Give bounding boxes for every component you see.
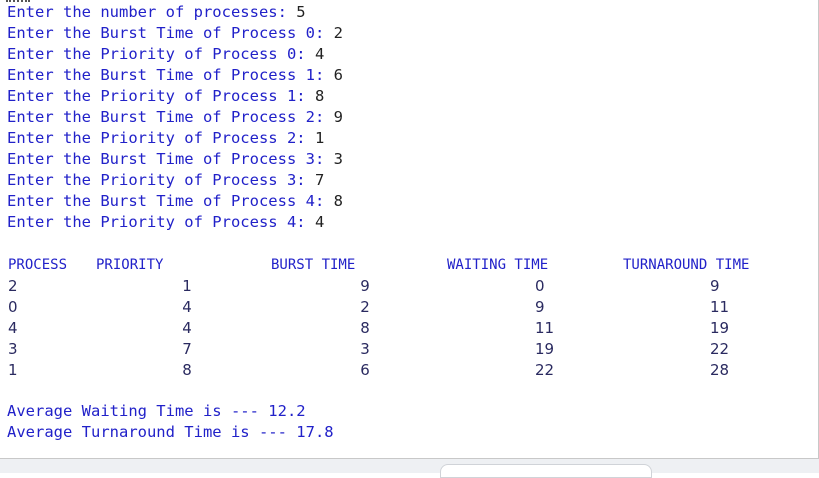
cell-process: 3 bbox=[8, 340, 18, 358]
cell-priority: 1 bbox=[182, 277, 192, 295]
prompt-label: Enter the Burst Time of Process 1: bbox=[7, 66, 334, 84]
cell-process: 1 bbox=[8, 361, 18, 379]
prompt-value: 1 bbox=[314, 129, 325, 147]
prompt-label: Enter the Priority of Process 1: bbox=[7, 87, 315, 105]
prompt-value: 7 bbox=[314, 171, 325, 189]
prompt-label: Enter the number of processes: bbox=[7, 3, 297, 21]
prompt-label: Enter the Priority of Process 2: bbox=[7, 129, 315, 147]
header-turnaround-time: TURNAROUND TIME bbox=[623, 257, 750, 273]
cell-burst-time: 9 bbox=[360, 277, 370, 295]
prompt-line: Enter the Priority of Process 1: 8 bbox=[7, 86, 324, 107]
header-priority: PRIORITY bbox=[96, 257, 164, 273]
cell-waiting-time: 9 bbox=[535, 298, 545, 316]
cell-priority: 4 bbox=[182, 319, 192, 337]
prompt-label: Enter the Burst Time of Process 3: bbox=[7, 150, 334, 168]
cell-priority: 7 bbox=[182, 340, 192, 358]
prompt-line: Enter the Priority of Process 2: 1 bbox=[7, 128, 324, 149]
header-process: PROCESS bbox=[8, 257, 68, 273]
prompt-label: Enter the Priority of Process 4: bbox=[7, 213, 315, 231]
prompt-label: Enter the Priority of Process 0: bbox=[7, 45, 315, 63]
prompt-line: Enter the Burst Time of Process 1: 6 bbox=[7, 65, 343, 86]
prompt-line: Enter the Burst Time of Process 0: 2 bbox=[7, 23, 343, 44]
console-output[interactable]: Enter the number of processes: 5 Enter t… bbox=[0, 0, 819, 458]
prompt-value: 8 bbox=[314, 87, 325, 105]
cell-priority: 4 bbox=[182, 298, 192, 316]
prompt-line: Enter the Priority of Process 4: 4 bbox=[7, 212, 324, 233]
average-waiting-label: Average Waiting Time is --- bbox=[7, 402, 269, 420]
prompt-value: 4 bbox=[314, 45, 325, 63]
cell-process: 0 bbox=[8, 298, 18, 316]
average-turnaround-line: Average Turnaround Time is --- 17.8 bbox=[7, 422, 334, 443]
average-turnaround-label: Average Turnaround Time is --- bbox=[7, 423, 297, 441]
cell-turnaround-time: 9 bbox=[710, 277, 720, 295]
cell-turnaround-time: 19 bbox=[710, 319, 730, 337]
prompt-line: Enter the Burst Time of Process 4: 8 bbox=[7, 191, 343, 212]
average-waiting-line: Average Waiting Time is --- 12.2 bbox=[7, 401, 306, 422]
cell-process: 2 bbox=[8, 277, 18, 295]
prompt-label: Enter the Burst Time of Process 0: bbox=[7, 24, 334, 42]
bottom-panel-tab[interactable] bbox=[440, 464, 652, 478]
prompt-value: 6 bbox=[333, 66, 343, 84]
cell-waiting-time: 19 bbox=[535, 340, 555, 358]
prompt-line: Enter the Priority of Process 3: 7 bbox=[7, 170, 324, 191]
prompt-value: 3 bbox=[333, 150, 343, 168]
cell-burst-time: 2 bbox=[360, 298, 370, 316]
prompt-value: 4 bbox=[314, 213, 325, 231]
cell-burst-time: 6 bbox=[360, 361, 370, 379]
prompt-value: 9 bbox=[333, 108, 343, 126]
cell-priority: 8 bbox=[182, 361, 192, 379]
prompt-line: Enter the Priority of Process 0: 4 bbox=[7, 44, 324, 65]
cell-process: 4 bbox=[8, 319, 18, 337]
average-waiting-value: 12.2 bbox=[268, 402, 306, 420]
prompt-line: Enter the Burst Time of Process 3: 3 bbox=[7, 149, 343, 170]
prompt-line: Enter the number of processes: 5 bbox=[7, 2, 306, 23]
bottom-panel-bar bbox=[0, 458, 819, 478]
header-burst-time: BURST TIME bbox=[271, 257, 356, 273]
cell-burst-time: 8 bbox=[360, 319, 370, 337]
header-waiting-time: WAITING TIME bbox=[447, 257, 549, 273]
prompt-value: 2 bbox=[333, 24, 343, 42]
cell-turnaround-time: 22 bbox=[710, 340, 730, 358]
cell-turnaround-time: 28 bbox=[710, 361, 730, 379]
prompt-label: Enter the Burst Time of Process 4: bbox=[7, 192, 334, 210]
cell-waiting-time: 0 bbox=[535, 277, 545, 295]
prompt-value: 8 bbox=[333, 192, 343, 210]
cell-waiting-time: 11 bbox=[535, 319, 555, 337]
cell-turnaround-time: 11 bbox=[710, 298, 730, 316]
prompt-line: Enter the Burst Time of Process 2: 9 bbox=[7, 107, 343, 128]
prompt-value: 5 bbox=[296, 3, 306, 21]
prompt-label: Enter the Priority of Process 3: bbox=[7, 171, 315, 189]
average-turnaround-value: 17.8 bbox=[296, 423, 334, 441]
prompt-label: Enter the Burst Time of Process 2: bbox=[7, 108, 334, 126]
cell-burst-time: 3 bbox=[360, 340, 370, 358]
cell-waiting-time: 22 bbox=[535, 361, 555, 379]
